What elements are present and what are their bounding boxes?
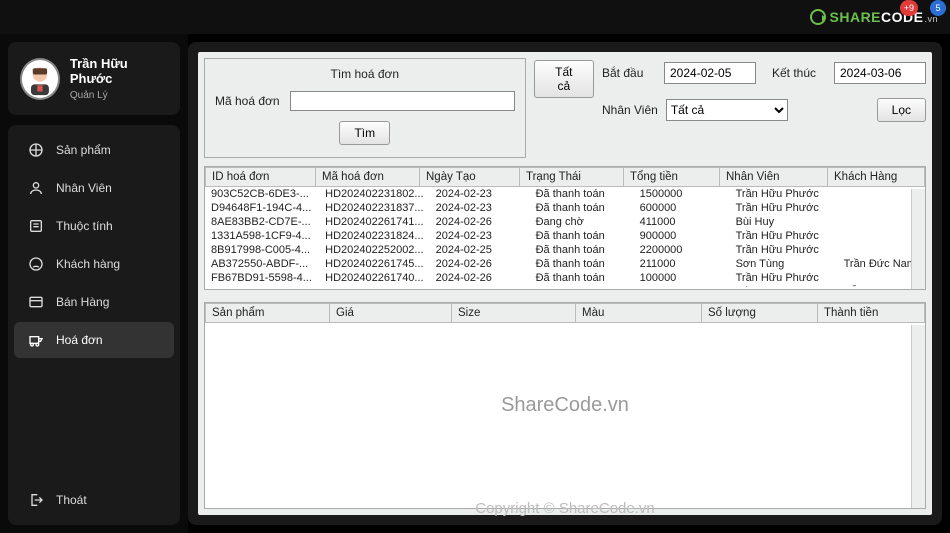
table-row[interactable]: 903C52CB-6DE3-...HD202402231802...2024-0… (205, 187, 925, 201)
filter-panel: Bắt đầu Kết thúc Nhân Viên Tất cả Lọc (602, 58, 926, 122)
sidebar-item-sales[interactable]: Bán Hàng (14, 284, 174, 320)
details-col-header[interactable]: Size (452, 304, 576, 323)
end-date-input[interactable] (834, 62, 926, 84)
search-panel: Tìm hoá đơn Mã hoá đơn Tìm (204, 58, 526, 158)
details-col-header[interactable]: Giá (330, 304, 452, 323)
orders-col-header[interactable]: Mã hoá đơn (316, 168, 420, 187)
table-row[interactable]: AB372550-ABDF-...HD202402261745...2024-0… (205, 257, 925, 271)
customer-icon (28, 256, 44, 272)
sidebar-item-attribute[interactable]: Thuộc tính (14, 208, 174, 244)
details-table-wrap: Sản phẩmGiáSizeMàuSố lượngThành tiền Sha… (204, 302, 926, 509)
orders-col-header[interactable]: Khách Hàng (828, 168, 925, 187)
table-row[interactable]: 8B917998-C005-4...HD202402252002...2024-… (205, 243, 925, 257)
sidebar-item-label: Nhân Viên (56, 181, 112, 195)
user-icon (28, 180, 44, 196)
table-row[interactable]: 1331A598-1CF9-4...HD202402231824...2024-… (205, 229, 925, 243)
start-date-input[interactable] (664, 62, 756, 84)
main-panel: Tìm hoá đơn Mã hoá đơn Tìm Tất cả Bắt đầ… (188, 42, 942, 525)
sidebar-item-exit[interactable]: Thoát (14, 482, 174, 518)
product-icon (28, 142, 44, 158)
table-row[interactable]: CA03EF36-3B07-4...HD202402231847...2024-… (205, 285, 925, 287)
sidebar-item-label: Thuộc tính (56, 219, 113, 233)
staff-filter-select[interactable]: Tất cả (666, 99, 788, 121)
topbar: SHARECODE.vn +9 5 (0, 0, 950, 34)
sidebar-item-label: Thoát (56, 493, 87, 507)
details-col-header[interactable]: Thành tiền (818, 304, 925, 323)
orders-col-header[interactable]: ID hoá đơn (206, 168, 316, 187)
brand-logo: SHARECODE.vn (810, 9, 938, 25)
profile-card: Trần Hữu Phước Quản Lý (8, 42, 180, 115)
table-row[interactable]: 8AE83BB2-CD7E-...HD202402261741...2024-0… (205, 215, 925, 229)
search-input[interactable] (290, 91, 515, 111)
end-date-label: Kết thúc (772, 66, 826, 80)
details-scrollbar[interactable] (911, 325, 925, 508)
all-button[interactable]: Tất cả (534, 60, 594, 98)
orders-col-header[interactable]: Trạng Thái (520, 168, 624, 187)
orders-col-header[interactable]: Nhân Viên (720, 168, 828, 187)
profile-role: Quản Lý (70, 90, 168, 101)
notification-badge-red[interactable]: +9 (900, 0, 918, 16)
avatar (20, 58, 60, 100)
staff-filter-label: Nhân Viên (602, 103, 658, 117)
attribute-icon (28, 218, 44, 234)
table-row[interactable]: D94648F1-194C-4...HD202402231837...2024-… (205, 201, 925, 215)
search-button[interactable]: Tìm (339, 121, 390, 145)
notification-badge-blue[interactable]: 5 (930, 0, 946, 16)
sidebar-item-label: Bán Hàng (56, 295, 109, 309)
details-col-header[interactable]: Màu (576, 304, 702, 323)
details-col-header[interactable]: Sản phẩm (206, 304, 330, 323)
nav: Sản phẩm Nhân Viên Thuộc tính Khách hàng Bán… (8, 125, 180, 525)
start-date-label: Bắt đầu (602, 66, 656, 80)
search-panel-title: Tìm hoá đơn (215, 67, 515, 81)
sidebar-item-label: Hoá đơn (56, 333, 103, 347)
search-label: Mã hoá đơn (215, 94, 280, 108)
sidebar-item-label: Khách hàng (56, 257, 120, 271)
orders-table[interactable]: ID hoá đơnMã hoá đơnNgày TạoTrạng TháiTổ… (205, 167, 925, 187)
orders-table-wrap: ID hoá đơnMã hoá đơnNgày TạoTrạng TháiTổ… (204, 166, 926, 290)
sidebar: Trần Hữu Phước Quản Lý Sản phẩm Nhân Viên… (0, 34, 188, 533)
orders-scrollbar[interactable] (911, 189, 925, 289)
profile-name: Trần Hữu Phước (70, 56, 168, 86)
details-table[interactable]: Sản phẩmGiáSizeMàuSố lượngThành tiền (205, 303, 925, 323)
sidebar-item-customer[interactable]: Khách hàng (14, 246, 174, 282)
details-col-header[interactable]: Số lượng (702, 304, 818, 323)
exit-icon (28, 492, 44, 508)
sidebar-item-product[interactable]: Sản phẩm (14, 132, 174, 168)
invoice-icon (28, 332, 44, 348)
table-row[interactable]: FB67BD91-5598-4...HD202402261740...2024-… (205, 271, 925, 285)
brand-text-share: SHARE (830, 9, 882, 25)
sidebar-item-label: Sản phẩm (56, 143, 111, 157)
brand-icon (810, 9, 826, 25)
orders-col-header[interactable]: Ngày Tạo (420, 168, 520, 187)
filter-button[interactable]: Lọc (877, 98, 926, 122)
sidebar-item-invoice[interactable]: Hoá đơn (14, 322, 174, 358)
sidebar-item-user[interactable]: Nhân Viên (14, 170, 174, 206)
watermark-center: ShareCode.vn (205, 303, 925, 508)
orders-col-header[interactable]: Tổng tiền (624, 168, 720, 187)
sales-icon (28, 294, 44, 310)
